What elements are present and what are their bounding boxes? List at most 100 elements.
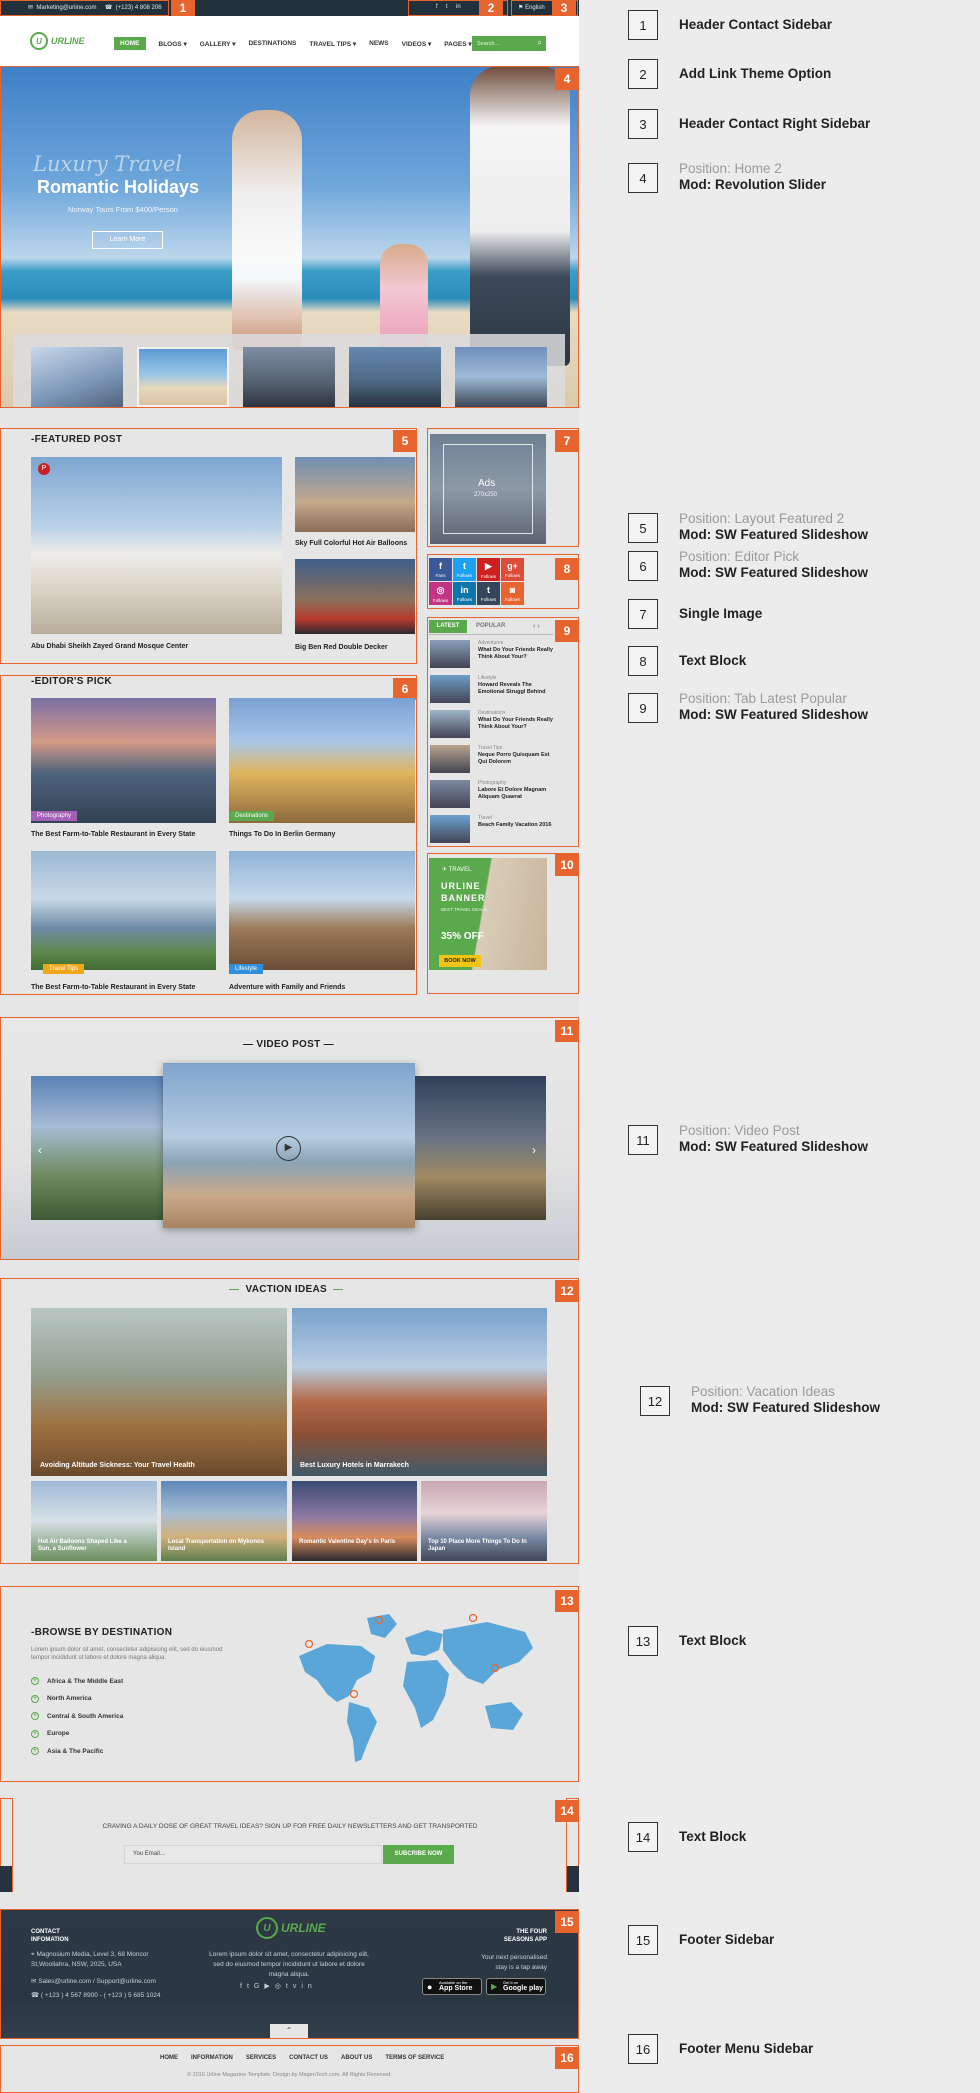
vacation-big-caption-2[interactable]: Best Luxury Hotels in Marrakech: [300, 1462, 409, 1469]
browse-item[interactable]: + Central & South America: [31, 1712, 123, 1720]
google-play-button[interactable]: ▶ Get it on Google play: [486, 1978, 546, 1995]
tab-item-title[interactable]: Neque Porro Quisquam Est Qui Dolorem: [478, 752, 558, 765]
tab-item-thumb[interactable]: [430, 815, 470, 843]
editors-image-3[interactable]: [31, 851, 216, 970]
twitter-icon[interactable]: t: [247, 1983, 254, 1990]
search-input[interactable]: Search...: [477, 41, 499, 47]
browse-item[interactable]: + North America: [31, 1694, 92, 1703]
back-to-top-button[interactable]: ⌃: [270, 2024, 308, 2038]
vacation-big-caption-1[interactable]: Avoiding Altitude Sickness: Your Travel …: [40, 1462, 195, 1469]
youtube-icon[interactable]: ▶: [264, 1983, 274, 1990]
nav-pages[interactable]: PAGES ▾: [444, 40, 471, 48]
editors-image-1[interactable]: [31, 698, 216, 823]
social-button-7[interactable]: t Follows: [477, 582, 500, 605]
tab-list-item[interactable]: Destinations What Do Your Friends Really …: [426, 708, 576, 738]
vacation-small-image-3[interactable]: [292, 1481, 417, 1561]
nav-home[interactable]: HOME: [114, 37, 146, 50]
banner-book-now-button[interactable]: BOOK NOW: [439, 955, 481, 967]
tab-item-title[interactable]: Beach Family Vacation 2016: [478, 822, 558, 829]
map-africa[interactable]: [403, 1660, 449, 1728]
map-pin-south-america[interactable]: [349, 1689, 359, 1699]
tab-list-item[interactable]: Travel Beach Family Vacation 2016: [426, 813, 576, 843]
tab-list-item[interactable]: Travel Tips Neque Porro Quisquam Est Qui …: [426, 743, 576, 773]
featured-side-caption-2[interactable]: Big Ben Red Double Decker: [295, 644, 388, 651]
tab-item-thumb[interactable]: [430, 710, 470, 738]
nav-destinations[interactable]: DESTINATIONS: [248, 40, 296, 47]
footer-emails[interactable]: ✉ Sales@urline.com / Support@urline.com: [31, 1977, 156, 1987]
vacation-small-caption-4[interactable]: Top 10 Place More Things To Do In Japan: [428, 1539, 528, 1553]
vacation-big-image-2[interactable]: [292, 1308, 547, 1476]
map-north-america[interactable]: [299, 1644, 375, 1702]
tab-item-thumb[interactable]: [430, 745, 470, 773]
nav-videos[interactable]: VIDEOS ▾: [402, 40, 432, 48]
tab-list-item[interactable]: Lifestyle Howard Reveals The Emotional St…: [426, 673, 576, 703]
tab-item-title[interactable]: Labore Et Dolore Magnam Aliquam Quaerat: [478, 787, 558, 800]
featured-main-image[interactable]: [31, 457, 282, 634]
social-button-1[interactable]: f Fans: [429, 558, 452, 581]
footer-menu-home[interactable]: HOME: [160, 2055, 178, 2061]
map-pin-north-america[interactable]: [304, 1639, 314, 1649]
facebook-icon[interactable]: f: [240, 1983, 247, 1990]
footer-menu-terms[interactable]: TERMS OF SERVICE: [385, 2055, 444, 2061]
browse-item[interactable]: + Europe: [31, 1729, 69, 1738]
editors-caption-4[interactable]: Adventure with Family and Friends: [229, 984, 345, 991]
social-button-5[interactable]: ◎ Follows: [429, 582, 452, 605]
linkedin-icon[interactable]: in: [301, 1983, 316, 1990]
video-slide-right[interactable]: [415, 1076, 546, 1220]
google-plus-icon[interactable]: G: [254, 1983, 264, 1990]
featured-side-caption-1[interactable]: Sky Full Colorful Hot Air Balloons: [295, 540, 407, 547]
tab-prev-next-icon[interactable]: ‹ ›: [533, 620, 540, 633]
social-button-3[interactable]: ▶ Follows: [477, 558, 500, 581]
instagram-icon[interactable]: ◎: [275, 1983, 286, 1990]
footer-menu-information[interactable]: INFORMATION: [191, 2055, 233, 2061]
tab-popular[interactable]: POPULAR: [476, 620, 505, 633]
video-play-icon[interactable]: ▶: [276, 1136, 301, 1161]
nav-travel-tips[interactable]: TRAVEL TIPS ▾: [309, 40, 356, 48]
editors-tag-3[interactable]: Travel Tips: [43, 964, 85, 974]
search-icon[interactable]: ⌕: [538, 38, 542, 48]
newsletter-subscribe-button[interactable]: SUBCRIBE NOW: [383, 1845, 454, 1864]
social-button-8[interactable]: ◙ Follows: [501, 582, 524, 605]
browse-item[interactable]: + Asia & The Pacific: [31, 1747, 103, 1755]
footer-logo[interactable]: U URLINE: [256, 1917, 326, 1939]
editors-caption-1[interactable]: The Best Farm-to-Table Restaurant in Eve…: [31, 831, 195, 838]
map-australia[interactable]: [485, 1702, 523, 1730]
editors-caption-2[interactable]: Things To Do In Berlin Germany: [229, 831, 335, 838]
editors-tag-1[interactable]: Photography: [31, 811, 78, 821]
nav-blogs[interactable]: BLOGS ▾: [159, 40, 187, 48]
editors-caption-3[interactable]: The Best Farm-to-Table Restaurant in Eve…: [31, 984, 195, 991]
featured-side-image-2[interactable]: [295, 559, 415, 634]
map-asia[interactable]: [443, 1622, 533, 1684]
tumblr-icon[interactable]: t: [286, 1983, 293, 1990]
tab-item-thumb[interactable]: [430, 640, 470, 668]
featured-main-caption[interactable]: Abu Dhabi Sheikh Zayed Grand Mosque Cent…: [31, 643, 188, 650]
browse-item[interactable]: + Africa & The Middle East: [31, 1677, 123, 1685]
app-store-button[interactable]: ● Available on the App Store: [422, 1978, 482, 1995]
vacation-small-caption-1[interactable]: Hot Air Balloons Shaped Like a Sun, a Su…: [38, 1539, 138, 1553]
footer-menu-about-us[interactable]: ABOUT US: [341, 2055, 372, 2061]
world-map[interactable]: [297, 1610, 547, 1768]
tab-list-item[interactable]: Adventures What Do Your Friends Really Th…: [426, 638, 576, 668]
social-button-2[interactable]: t Follows: [453, 558, 476, 581]
tab-item-thumb[interactable]: [430, 780, 470, 808]
tab-latest[interactable]: LATEST: [429, 620, 467, 633]
banner-image[interactable]: [429, 858, 547, 970]
nav-news[interactable]: NEWS: [369, 40, 389, 47]
tab-item-title[interactable]: What Do Your Friends Really Think About …: [478, 717, 558, 730]
vacation-small-caption-3[interactable]: Romantic Valentine Day's In Paris: [299, 1539, 399, 1546]
footer-menu-services[interactable]: SERVICES: [246, 2055, 276, 2061]
video-prev-arrow-icon[interactable]: ‹: [38, 1143, 42, 1157]
video-slide-left[interactable]: [31, 1076, 164, 1220]
footer-menu-contact-us[interactable]: CONTACT US: [289, 2055, 328, 2061]
vacation-big-image-1[interactable]: [31, 1308, 287, 1476]
editors-tag-4[interactable]: Lifestyle: [229, 964, 264, 974]
editors-image-2[interactable]: [229, 698, 415, 823]
map-south-america[interactable]: [347, 1702, 377, 1762]
tab-item-title[interactable]: What Do Your Friends Really Think About …: [478, 647, 558, 660]
tab-list-item[interactable]: Photography Labore Et Dolore Magnam Aliqu…: [426, 778, 576, 808]
newsletter-email-input[interactable]: You Email...: [124, 1845, 382, 1864]
map-europe[interactable]: [405, 1630, 443, 1656]
featured-side-image-1[interactable]: [295, 457, 415, 532]
editors-image-4[interactable]: [229, 851, 415, 970]
search-box[interactable]: Search... ⌕: [472, 36, 546, 51]
